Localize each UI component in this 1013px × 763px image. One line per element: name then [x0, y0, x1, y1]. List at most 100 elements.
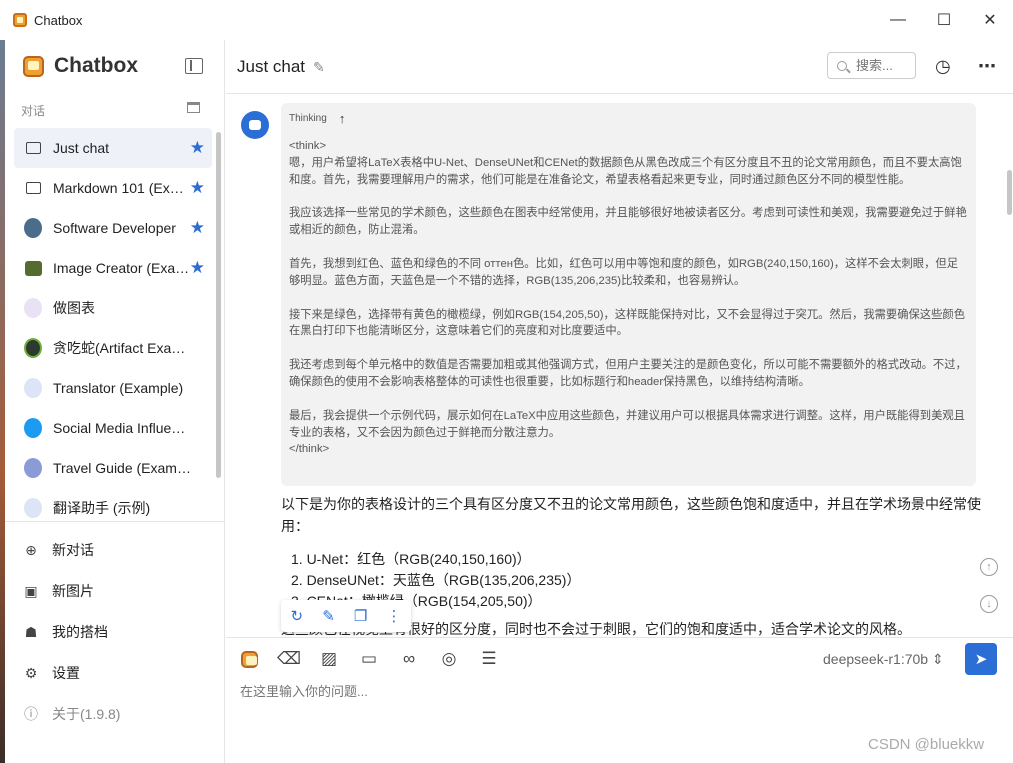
chat-title: Just chat	[237, 57, 306, 76]
sidebar-divider	[5, 521, 225, 522]
message-action-bar: ↻ ✎ ❐ ⋮	[281, 600, 411, 632]
session-label: Image Creator (Example)	[53, 260, 191, 276]
more-options-icon[interactable]: ⋯	[978, 56, 996, 77]
thinking-block: Thinking ↑ <think> 嗯，用户希望将LaTeX表格中U-Net、…	[281, 103, 976, 486]
new-image-label: 新图片	[52, 583, 94, 599]
session-item[interactable]: Just chat ★	[14, 128, 212, 168]
regenerate-icon[interactable]: ↻	[291, 607, 304, 625]
assistant-avatar-icon	[241, 111, 269, 139]
session-item[interactable]: Markdown 101 (Example) ★	[14, 168, 212, 208]
session-label: 贪吃蛇(Artifact Example)	[53, 340, 191, 356]
session-item[interactable]: 翻译助手 (示例)	[14, 488, 212, 518]
folder-icon[interactable]: ▭	[358, 648, 380, 670]
settings-label: 设置	[52, 665, 80, 681]
translator-avatar	[24, 498, 42, 518]
collapse-sidebar-icon[interactable]	[185, 58, 203, 74]
new-chat-label: 新对话	[52, 542, 94, 558]
think-paragraph: 最后，我会提供一个示例代码，展示如何在LaTeX中应用这些颜色，并建议用户可以根…	[289, 409, 965, 439]
about-button[interactable]: ⓘ 关于(1.9.8)	[23, 699, 213, 729]
twitter-avatar	[24, 418, 42, 438]
brand-name: Chatbox	[54, 54, 138, 77]
edit-title-icon[interactable]: ✎	[313, 59, 325, 76]
think-paragraph: 我应该选择一些常见的学术颜色，这些颜色在图表中经常使用，并且能够很好地被读者区分…	[289, 207, 967, 237]
my-copilots-label: 我的搭档	[52, 624, 108, 640]
history-icon[interactable]: ◷	[935, 56, 951, 77]
answer-list-item: 2. DenseUNet：天蓝色（RGB(135,206,235)）	[291, 572, 581, 588]
chat-bubble-icon	[24, 179, 42, 197]
think-paragraph: 接下来是绿色，选择带有黄色的橄榄绿，例如RGB(154,205,50)，这样既能…	[289, 308, 965, 338]
settings-sliders-icon[interactable]: ☰	[478, 648, 500, 670]
developer-avatar	[24, 218, 42, 238]
brand: Chatbox	[23, 54, 138, 78]
info-icon: ⓘ	[24, 706, 38, 722]
snake-avatar	[24, 338, 42, 358]
session-label: 做图表	[53, 300, 95, 316]
settings-button[interactable]: ⚙ 设置	[23, 658, 213, 688]
scroll-down-icon[interactable]: ↓	[980, 595, 998, 613]
scroll-up-icon[interactable]: ↑	[980, 558, 998, 576]
globe-icon[interactable]: ◎	[438, 648, 460, 670]
think-paragraph: 嗯，用户希望将LaTeX表格中U-Net、DenseUNet和CENet的数据颜…	[289, 156, 962, 186]
star-icon[interactable]: ★	[190, 218, 205, 238]
sidebar: Chatbox 对话 Just chat ★ Markdown 101 (Exa…	[5, 40, 225, 763]
message-input[interactable]	[240, 684, 940, 699]
link-icon[interactable]: ∞	[398, 648, 420, 670]
close-window-button[interactable]: ✕	[967, 0, 1013, 40]
eraser-icon[interactable]: ⌫	[277, 648, 301, 670]
session-item[interactable]: Translator (Example)	[14, 368, 212, 408]
messages-scrollbar[interactable]	[1007, 170, 1012, 215]
new-chat-button[interactable]: ⊕ 新对话	[23, 535, 213, 565]
session-item[interactable]: 做图表	[14, 288, 212, 328]
session-label: Social Media Influencer	[53, 420, 191, 436]
globe-avatar	[24, 458, 42, 478]
star-icon[interactable]: ★	[190, 258, 205, 278]
star-icon[interactable]: ★	[190, 138, 205, 158]
image-attach-icon[interactable]: ▨	[318, 648, 340, 670]
robot-icon: ☗	[24, 623, 38, 640]
chat-bubble-icon	[24, 139, 42, 157]
more-actions-icon[interactable]: ⋮	[386, 607, 401, 625]
session-item[interactable]: 贪吃蛇(Artifact Example)	[14, 328, 212, 368]
sidebar-scrollbar[interactable]	[216, 132, 221, 478]
session-item[interactable]: Social Media Influencer	[14, 408, 212, 448]
minimize-button[interactable]: —	[875, 0, 921, 40]
session-item[interactable]: Travel Guide (Example)	[14, 448, 212, 488]
window-controls: — ☐ ✕	[875, 0, 1013, 40]
send-button[interactable]: ➤	[965, 643, 997, 675]
search-box[interactable]	[827, 52, 916, 79]
window-titlebar: Chatbox — ☐ ✕	[0, 0, 1013, 40]
star-icon[interactable]: ★	[190, 178, 205, 198]
session-label: Travel Guide (Example)	[53, 460, 191, 476]
session-item[interactable]: Image Creator (Example) ★	[14, 248, 212, 288]
about-label: 关于(1.9.8)	[52, 706, 121, 722]
think-close-tag: </think>	[289, 443, 330, 456]
maximize-button[interactable]: ☐	[921, 0, 967, 40]
new-image-button[interactable]: ▣ 新图片	[23, 576, 213, 606]
session-label: Just chat	[53, 140, 110, 156]
message-list: Thinking ↑ <think> 嗯，用户希望将LaTeX表格中U-Net、…	[226, 95, 1013, 637]
answer-list-item: 1. U-Net：红色（RGB(240,150,160)）	[291, 551, 531, 567]
session-label: Translator (Example)	[53, 380, 184, 396]
copilot-select-icon[interactable]	[238, 648, 260, 670]
search-icon	[837, 60, 847, 71]
search-input[interactable]	[856, 58, 914, 73]
collapse-arrow-icon[interactable]: ↑	[339, 111, 346, 126]
edit-message-icon[interactable]: ✎	[322, 607, 335, 625]
thinking-header[interactable]: Thinking ↑	[289, 111, 968, 126]
plus-circle-icon: ⊕	[25, 541, 37, 558]
image-icon	[24, 259, 42, 277]
model-selector[interactable]: deepseek-r1:70b ⇕	[823, 651, 944, 668]
chatbox-logo-icon	[23, 55, 44, 77]
my-copilots-button[interactable]: ☗ 我的搭档	[23, 617, 213, 647]
copy-icon[interactable]: ❐	[354, 607, 367, 625]
session-item[interactable]: Software Developer ★	[14, 208, 212, 248]
session-list: Just chat ★ Markdown 101 (Example) ★ Sof…	[14, 128, 212, 518]
section-label-chats: 对话	[21, 104, 46, 118]
app-logo-icon	[13, 13, 27, 27]
window-title: Chatbox	[34, 12, 83, 28]
clear-conversations-icon[interactable]	[187, 102, 200, 113]
session-label: Markdown 101 (Example)	[53, 180, 191, 196]
model-name: deepseek-r1:70b	[823, 651, 929, 667]
think-paragraph: 首先，我想到红色、蓝色和绿色的不同 оттен色。比如，红色可以用中等饱和度的颜…	[289, 257, 958, 287]
watermark: CSDN @bluekkw	[868, 736, 985, 753]
